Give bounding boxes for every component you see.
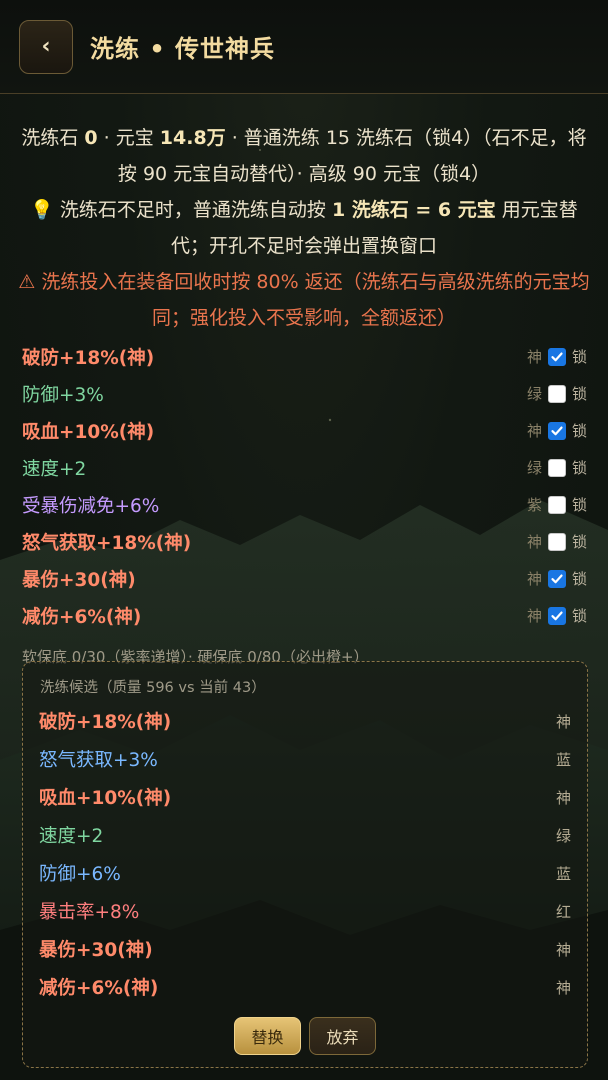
- candidate-row: 破防+18%(神) 神: [23, 702, 587, 740]
- replace-button[interactable]: 替换: [234, 1017, 301, 1055]
- candidate-tier: 蓝: [555, 864, 571, 883]
- attribute-name: 暴伤+30(神): [22, 569, 136, 591]
- candidate-tier: 蓝: [555, 750, 571, 769]
- chevron-left-icon: ‹: [41, 34, 51, 59]
- attribute-name: 速度+2: [22, 458, 87, 480]
- attribute-row: 怒气获取+18%(神) 神 锁: [0, 523, 608, 560]
- candidate-row: 暴击率+8% 红: [23, 892, 587, 930]
- cost-line: 洗练石 0 · 元宝 14.8万 · 普通洗练 15 洗练石（锁4）（石不足，将…: [21, 127, 587, 185]
- top-bar: ‹ 洗练 • 传世神兵: [0, 0, 608, 94]
- exchange-rate: 1 洗练石 = 6 元宝: [331, 199, 496, 221]
- attribute-row: 防御+3% 绿 锁: [0, 375, 608, 412]
- lock-label: 锁: [571, 422, 587, 440]
- candidate-name: 破防+18%(神): [39, 712, 172, 733]
- candidate-tier: 红: [555, 902, 571, 921]
- discard-button[interactable]: 放弃: [309, 1017, 376, 1055]
- candidate-name: 速度+2: [39, 826, 104, 847]
- attribute-row: 破防+18%(神) 神 锁: [0, 338, 608, 375]
- attribute-tier: 神: [526, 607, 542, 625]
- attribute-tier: 紫: [526, 496, 542, 514]
- attribute-name: 防御+3%: [22, 384, 104, 406]
- attribute-tier: 神: [526, 570, 542, 588]
- candidate-row: 怒气获取+3% 蓝: [23, 740, 587, 778]
- attribute-row: 速度+2 绿 锁: [0, 449, 608, 486]
- candidate-attribute-list: 破防+18%(神) 神怒气获取+3% 蓝吸血+10%(神) 神速度+2 绿防御+6% 蓝暴…: [23, 702, 587, 1006]
- page-title: 洗练 • 传世神兵: [90, 35, 276, 63]
- lock-label: 锁: [571, 496, 587, 514]
- lock-label: 锁: [571, 533, 587, 551]
- attribute-row: 受暴伤减免+6% 紫 锁: [0, 486, 608, 523]
- tip-line: 💡 洗练石不足时，普通洗练自动按 1 洗练石 = 6 元宝 用元宝替代；开孔不足…: [30, 199, 578, 257]
- candidate-tier: 神: [555, 978, 571, 997]
- candidate-row: 减伤+6%(神) 神: [23, 968, 587, 1006]
- attribute-row: 吸血+10%(神) 神 锁: [0, 412, 608, 449]
- lock-label: 锁: [571, 348, 587, 366]
- recycle-warning: ⚠ 洗练投入在装备回收时按 80% 返还（洗练石与高级洗练的元宝均同；强化投入不…: [18, 271, 590, 329]
- candidate-tier: 神: [555, 712, 571, 731]
- lock-checkbox[interactable]: [547, 495, 566, 514]
- lock-label: 锁: [571, 459, 587, 477]
- candidate-name: 防御+6%: [39, 864, 121, 885]
- lock-checkbox[interactable]: [547, 384, 566, 403]
- checkmark-icon: [551, 426, 563, 435]
- lock-label: 锁: [571, 607, 587, 625]
- checkmark-icon: [551, 352, 563, 361]
- lock-label: 锁: [571, 385, 587, 403]
- attribute-tier: 神: [526, 348, 542, 366]
- cost-info: 洗练石 0 · 元宝 14.8万 · 普通洗练 15 洗练石（锁4）（石不足，将…: [0, 94, 608, 336]
- attribute-name: 破防+18%(神): [22, 347, 155, 369]
- lock-checkbox[interactable]: [547, 569, 566, 588]
- attribute-tier: 神: [526, 533, 542, 551]
- candidate-tier: 神: [555, 940, 571, 959]
- candidate-header: 洗练候选（质量 596 vs 当前 43）: [40, 680, 266, 696]
- lock-checkbox[interactable]: [547, 347, 566, 366]
- lock-checkbox[interactable]: [547, 458, 566, 477]
- candidate-name: 减伤+6%(神): [39, 978, 159, 999]
- attribute-tier: 绿: [526, 459, 542, 477]
- stone-count: 0: [84, 127, 98, 149]
- attribute-row: 暴伤+30(神) 神 锁: [0, 560, 608, 597]
- attribute-tier: 神: [526, 422, 542, 440]
- candidate-name: 怒气获取+3%: [39, 750, 158, 771]
- attribute-name: 减伤+6%(神): [22, 606, 142, 628]
- lock-checkbox[interactable]: [547, 606, 566, 625]
- lock-checkbox[interactable]: [547, 532, 566, 551]
- candidate-actions: 替换 放弃: [23, 1017, 587, 1055]
- current-attribute-list: 破防+18%(神) 神锁防御+3% 绿锁吸血+10%(神) 神锁速度+2 绿锁受暴伤减免…: [0, 338, 608, 634]
- candidate-tier: 绿: [555, 826, 571, 845]
- attribute-tier: 绿: [526, 385, 542, 403]
- candidate-panel: 洗练候选（质量 596 vs 当前 43） 破防+18%(神) 神怒气获取+3% 蓝…: [22, 661, 588, 1068]
- candidate-row: 暴伤+30(神) 神: [23, 930, 587, 968]
- candidate-row: 吸血+10%(神) 神: [23, 778, 587, 816]
- attribute-name: 吸血+10%(神): [22, 421, 155, 443]
- candidate-tier: 神: [555, 788, 571, 807]
- yuanbao-amount: 14.8万: [159, 127, 226, 149]
- lock-label: 锁: [571, 570, 587, 588]
- attribute-row: 减伤+6%(神) 神 锁: [0, 597, 608, 634]
- checkmark-icon: [551, 611, 563, 620]
- candidate-name: 吸血+10%(神): [39, 788, 172, 809]
- lock-checkbox[interactable]: [547, 421, 566, 440]
- back-button[interactable]: ‹: [19, 19, 73, 74]
- attribute-name: 怒气获取+18%(神): [22, 532, 192, 554]
- lightbulb-icon: 💡: [30, 199, 54, 221]
- candidate-row: 速度+2 绿: [23, 816, 587, 854]
- candidate-name: 暴伤+30(神): [39, 940, 153, 961]
- attribute-name: 受暴伤减免+6%: [22, 495, 160, 517]
- checkmark-icon: [551, 574, 563, 583]
- candidate-row: 防御+6% 蓝: [23, 854, 587, 892]
- candidate-name: 暴击率+8%: [39, 902, 140, 923]
